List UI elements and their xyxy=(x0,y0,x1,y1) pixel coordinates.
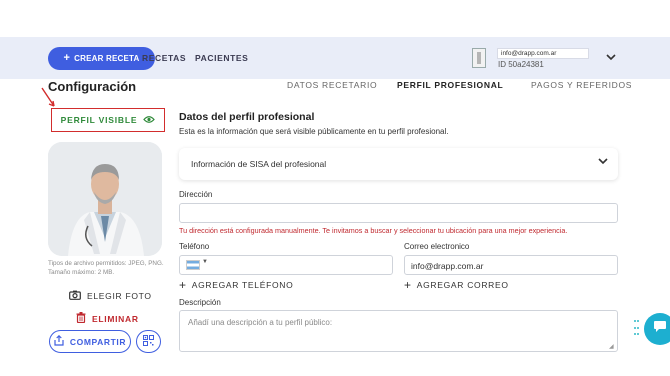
tab-perfil-profesional[interactable]: PERFIL PROFESIONAL xyxy=(397,80,503,90)
add-phone-button[interactable]: + AGREGAR TELÉFONO xyxy=(179,279,293,291)
delete-photo-button[interactable]: ELIMINAR xyxy=(76,312,139,325)
create-prescription-button[interactable]: + CREAR RECETA xyxy=(48,47,155,70)
trash-icon xyxy=(76,312,86,325)
argentina-flag-icon[interactable] xyxy=(186,260,200,270)
user-email: info@drapp.com.ar xyxy=(497,48,589,59)
phone-label: Teléfono xyxy=(179,242,210,251)
qr-code-icon xyxy=(143,333,154,351)
drag-handle-icon[interactable] xyxy=(634,320,640,338)
section-subtitle: Esta es la información que será visible … xyxy=(179,127,449,136)
nav-pacientes[interactable]: PACIENTES xyxy=(195,53,248,63)
plus-icon: + xyxy=(404,278,412,292)
sisa-label: Información de SISA del profesional xyxy=(191,159,327,169)
profile-photo xyxy=(48,142,162,256)
plus-icon: + xyxy=(179,278,187,292)
plus-icon: + xyxy=(63,52,71,64)
add-email-label: AGREGAR CORREO xyxy=(416,280,509,290)
chat-icon xyxy=(653,320,667,338)
address-input[interactable] xyxy=(179,203,618,223)
user-id: ID 50a24381 xyxy=(498,60,544,69)
share-label: COMPARTIR xyxy=(69,336,127,347)
file-types-hint: Tipos de archivo permitidos: JPEG, PNG. … xyxy=(48,260,164,276)
tab-datos-recetario[interactable]: DATOS RECETARIO xyxy=(287,80,377,90)
tab-pagos-referidos[interactable]: PAGOS Y REFERIDOS xyxy=(531,80,632,90)
share-button[interactable]: COMPARTIR xyxy=(49,330,131,353)
chat-button[interactable] xyxy=(644,313,670,345)
chevron-down-icon xyxy=(598,156,608,168)
chevron-down-icon: ▼ xyxy=(202,259,208,265)
sisa-accordion[interactable]: Información de SISA del profesional xyxy=(179,148,618,180)
add-email-button[interactable]: + AGREGAR CORREO xyxy=(404,279,509,291)
email-input[interactable]: info@drapp.com.ar xyxy=(404,255,618,275)
choose-photo-button[interactable]: ELEGIR FOTO xyxy=(69,290,152,302)
chevron-down-icon[interactable] xyxy=(606,52,616,64)
nav-recetas[interactable]: RECETAS xyxy=(142,53,186,63)
camera-icon xyxy=(69,290,81,302)
phone-input[interactable] xyxy=(179,255,393,275)
qr-code-button[interactable] xyxy=(136,330,161,353)
resize-handle-icon[interactable]: ◢ xyxy=(609,343,614,350)
add-phone-label: AGREGAR TELÉFONO xyxy=(191,280,294,290)
delete-photo-label: ELIMINAR xyxy=(92,313,139,324)
section-title: Datos del perfil profesional xyxy=(179,111,315,123)
address-warning: Tu dirección está configurada manualment… xyxy=(179,226,568,235)
email-label: Correo electronico xyxy=(404,242,470,251)
eye-icon xyxy=(143,115,156,126)
share-icon xyxy=(54,334,64,348)
profile-visible-label: PERFIL VISIBLE xyxy=(60,115,138,125)
profile-visible-toggle[interactable]: PERFIL VISIBLE xyxy=(51,108,165,132)
create-prescription-label: CREAR RECETA xyxy=(74,54,140,63)
choose-photo-label: ELEGIR FOTO xyxy=(87,291,152,301)
description-label: Descripción xyxy=(179,298,221,307)
profile-document-icon xyxy=(472,48,486,68)
page-title: Configuración xyxy=(48,79,137,94)
address-label: Dirección xyxy=(179,190,213,199)
description-textarea[interactable]: Añadí una descripción a tu perfil públic… xyxy=(179,310,618,352)
